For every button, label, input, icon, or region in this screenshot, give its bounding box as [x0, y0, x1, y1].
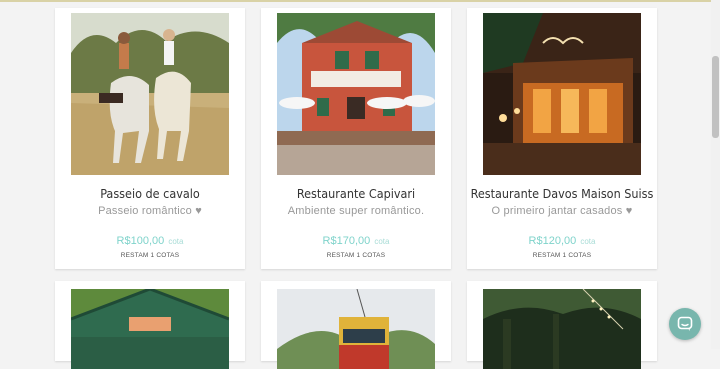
price-value: R$120,00: [528, 235, 577, 247]
scrollbar-thumb[interactable]: [712, 56, 719, 138]
price-unit: cota: [374, 237, 390, 246]
price-value: R$170,00: [322, 235, 371, 247]
gift-card-forest[interactable]: [467, 281, 657, 369]
card-subtitle: Ambiente super romântico.: [287, 205, 425, 217]
night-restaurant-photo: [483, 13, 641, 175]
card-title: Passeio de cavalo: [100, 186, 200, 201]
gift-grid: Passeio de cavalo Passeio romântico ♥ R$…: [55, 8, 657, 369]
price-unit: cota: [168, 237, 184, 246]
card-price: R$170,00 cota: [261, 235, 451, 247]
gift-card-tram[interactable]: [261, 281, 451, 369]
top-border: [0, 0, 720, 2]
card-subtitle: O primeiro jantar casados ♥: [491, 205, 633, 217]
remaining-quotas: RESTAM 1 COTAS: [532, 252, 592, 259]
restaurant-building-photo: [277, 13, 435, 175]
tram-photo: [277, 289, 435, 369]
gift-card-passeio[interactable]: Passeio de cavalo Passeio romântico ♥ R$…: [55, 8, 245, 269]
green-cabin-photo: [71, 289, 229, 369]
card-title: Restaurante Davos Maison Suiss: [470, 186, 654, 201]
forest-lights-photo: [483, 289, 641, 369]
card-price: R$120,00 cota: [467, 235, 657, 247]
remaining-quotas: RESTAM 1 COTAS: [326, 252, 386, 259]
chat-bubble-icon: [677, 316, 693, 331]
gift-card-capivari[interactable]: Restaurante Capivari Ambiente super româ…: [261, 8, 451, 269]
gift-card-cabin[interactable]: [55, 281, 245, 369]
horse-riding-photo: [71, 13, 229, 175]
remaining-quotas: RESTAM 1 COTAS: [120, 252, 180, 259]
gift-card-davos[interactable]: Restaurante Davos Maison Suiss O primeir…: [467, 8, 657, 269]
card-price: R$100,00 cota: [55, 235, 245, 247]
card-subtitle: Passeio romântico ♥: [98, 205, 202, 217]
price-value: R$100,00: [116, 235, 165, 247]
chat-button[interactable]: [669, 308, 701, 340]
price-unit: cota: [580, 237, 596, 246]
page-scrollbar[interactable]: [711, 0, 720, 349]
card-title: Restaurante Capivari: [296, 186, 416, 201]
